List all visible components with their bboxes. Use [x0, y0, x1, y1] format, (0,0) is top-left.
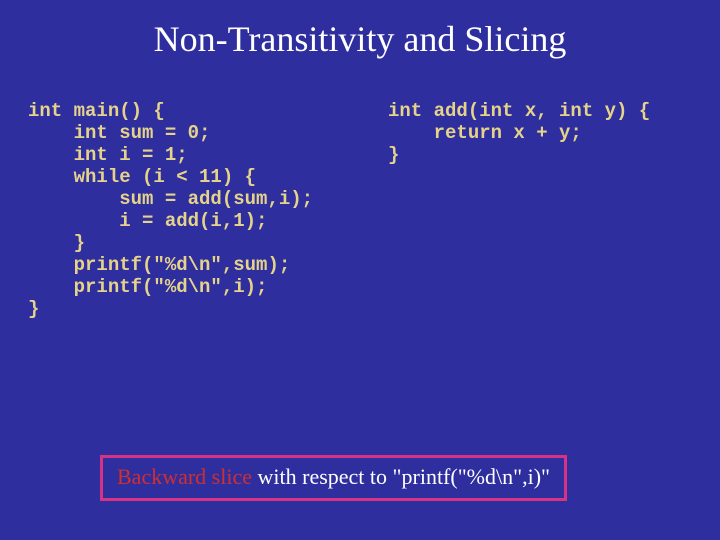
code-block: int main() { int sum = 0; int i = 1; whi…: [28, 100, 710, 166]
callout-text: with respect to "printf("%d\n",i)": [252, 464, 550, 489]
backward-slice-callout: Backward slice with respect to "printf("…: [100, 455, 567, 501]
callout-emphasis: Backward slice: [117, 464, 252, 489]
add-function-code: int add(int x, int y) { return x + y; }: [388, 100, 650, 166]
page-title: Non-Transitivity and Slicing: [0, 0, 720, 60]
main-function-code: int main() { int sum = 0; int i = 1; whi…: [28, 100, 313, 320]
